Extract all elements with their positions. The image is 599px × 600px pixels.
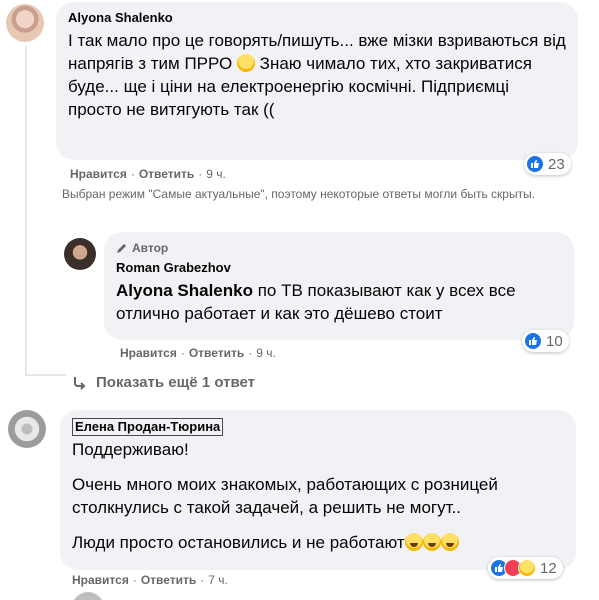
reactions-summary[interactable]: 23 (524, 153, 571, 175)
comment-time[interactable]: 9 ч. (256, 346, 276, 360)
thread-line (26, 374, 66, 376)
comment-actions: Нравится · Ответить · 9 ч. (120, 346, 276, 360)
reactions-count: 10 (546, 332, 563, 350)
avatar[interactable] (8, 410, 46, 448)
thread-line (25, 46, 27, 376)
comment-text: І так мало про це говорять/пишуть... вже… (68, 31, 566, 119)
comment-text: Alyona Shalenko по ТВ показывают как у в… (116, 281, 516, 323)
comment-time[interactable]: 7 ч. (208, 573, 228, 587)
mention-link[interactable]: Alyona Shalenko (116, 281, 253, 300)
like-icon (524, 332, 542, 350)
reactions-count: 12 (540, 559, 557, 577)
comment-bubble: Автор Roman Grabezhov Alyona Shalenko по… (104, 232, 574, 340)
like-button[interactable]: Нравится (72, 573, 129, 587)
comment-actions: Нравится · Ответить · 9 ч. (70, 167, 226, 181)
like-button[interactable]: Нравится (70, 167, 127, 181)
reactions-summary[interactable]: 10 (522, 330, 569, 352)
comment-actions: Нравится · Ответить · 7 ч. (72, 573, 228, 587)
reply-button[interactable]: Ответить (189, 346, 244, 360)
comment-bubble: Елена Продан-Тюрина Поддерживаю! Очень м… (60, 410, 576, 570)
avatar[interactable] (6, 4, 44, 42)
filter-notice: Выбран режим "Самые актуальные", поэтому… (62, 187, 536, 201)
reactions-summary[interactable]: 12 (488, 557, 563, 579)
avatar[interactable] (72, 592, 104, 600)
comment-author[interactable]: Alyona Shalenko (68, 10, 566, 26)
reply-button[interactable]: Ответить (141, 573, 196, 587)
comment-author[interactable]: Елена Продан-Тюрина (72, 418, 224, 436)
reply-arrow-icon (74, 376, 86, 390)
crying-emoji-icon (404, 533, 423, 551)
comment-time[interactable]: 9 ч. (206, 167, 226, 181)
show-more-replies-button[interactable]: Показать ещё 1 ответ (72, 374, 255, 391)
like-icon (526, 155, 544, 173)
like-button[interactable]: Нравится (120, 346, 177, 360)
author-badge: Автор (116, 240, 562, 256)
reactions-count: 23 (548, 155, 565, 173)
avatar[interactable] (64, 238, 96, 270)
exploding-head-emoji-icon (236, 54, 255, 72)
comment-text: Поддерживаю! Очень много моих знакомых, … (72, 440, 498, 552)
comment-author[interactable]: Roman Grabezhov (116, 260, 562, 276)
comment-bubble: Alyona Shalenko І так мало про це говоря… (56, 2, 578, 160)
crying-emoji-icon (422, 533, 441, 551)
sad-reaction-icon (518, 559, 536, 577)
pen-icon (117, 244, 126, 253)
crying-emoji-icon (440, 533, 459, 551)
reply-button[interactable]: Ответить (139, 167, 194, 181)
